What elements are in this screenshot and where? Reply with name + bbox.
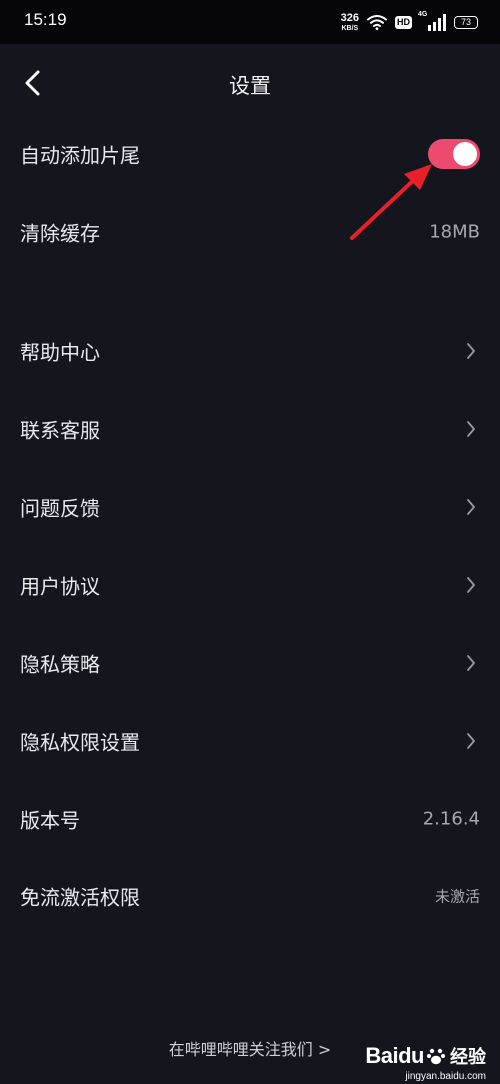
setting-label: 自动添加片尾	[20, 143, 140, 168]
paw-icon	[427, 1048, 445, 1065]
setting-label: 隐私权限设置	[20, 730, 140, 755]
version-value: 2.16.4	[422, 808, 480, 830]
setting-row-version: 版本号 2.16.4	[0, 789, 500, 849]
chevron-right-icon	[467, 577, 475, 593]
setting-row-auto-end-card: 自动添加片尾	[0, 124, 500, 184]
free-data-status: 未激活	[434, 887, 480, 906]
setting-label: 帮助中心	[20, 340, 100, 365]
baidu-jingyan-watermark: Baidu 经验 jingyan.baidu.com	[365, 1028, 486, 1084]
chevron-right-icon	[467, 733, 475, 749]
setting-row-privacy-permissions[interactable]: 隐私权限设置	[0, 711, 500, 771]
setting-row-clear-cache[interactable]: 清除缓存 18MB	[0, 202, 500, 262]
status-time: 15:19	[24, 10, 67, 29]
status-bar: 15:19 326 KB/S HD 4G 73	[0, 0, 500, 44]
setting-row-help-center[interactable]: 帮助中心	[0, 321, 500, 381]
watermark-cn: 经验	[450, 1047, 486, 1068]
hd-badge: HD	[395, 15, 412, 29]
chevron-right-icon	[467, 499, 475, 515]
network-speed-unit: KB/S	[341, 24, 359, 32]
watermark-url: jingyan.baidu.com	[405, 1071, 486, 1082]
setting-label: 用户协议	[20, 574, 100, 599]
setting-label: 清除缓存	[20, 221, 100, 246]
setting-label: 版本号	[20, 808, 80, 833]
cache-size-value: 18MB	[429, 221, 480, 243]
page-title: 设置	[229, 74, 271, 98]
chevron-right-icon	[467, 655, 475, 671]
battery-level: 73	[460, 17, 471, 27]
setting-row-contact-support[interactable]: 联系客服	[0, 399, 500, 459]
wifi-icon	[367, 15, 387, 30]
status-indicators: 326 KB/S HD 4G 73	[341, 9, 478, 35]
setting-row-user-agreement[interactable]: 用户协议	[0, 555, 500, 615]
chevron-right-icon	[467, 343, 475, 359]
chevron-right-icon	[467, 421, 475, 437]
setting-label: 联系客服	[20, 418, 100, 443]
watermark-brand: Baidu	[365, 1043, 424, 1068]
setting-label: 免流激活权限	[20, 885, 140, 910]
setting-row-feedback[interactable]: 问题反馈	[0, 477, 500, 537]
setting-row-privacy-policy[interactable]: 隐私策略	[0, 633, 500, 693]
setting-label: 隐私策略	[20, 652, 100, 677]
network-speed: 326 KB/S	[340, 11, 359, 32]
network-speed-value: 326	[340, 11, 359, 24]
signal-label: 4G	[418, 11, 428, 18]
header: 设置	[0, 44, 500, 120]
battery-icon: 73	[454, 15, 478, 29]
toggle-knob	[453, 142, 477, 166]
cellular-signal-icon: 4G	[418, 11, 446, 31]
setting-row-free-data[interactable]: 免流激活权限 未激活	[0, 866, 500, 926]
auto-end-card-toggle[interactable]	[428, 139, 480, 169]
setting-label: 问题反馈	[20, 496, 100, 521]
